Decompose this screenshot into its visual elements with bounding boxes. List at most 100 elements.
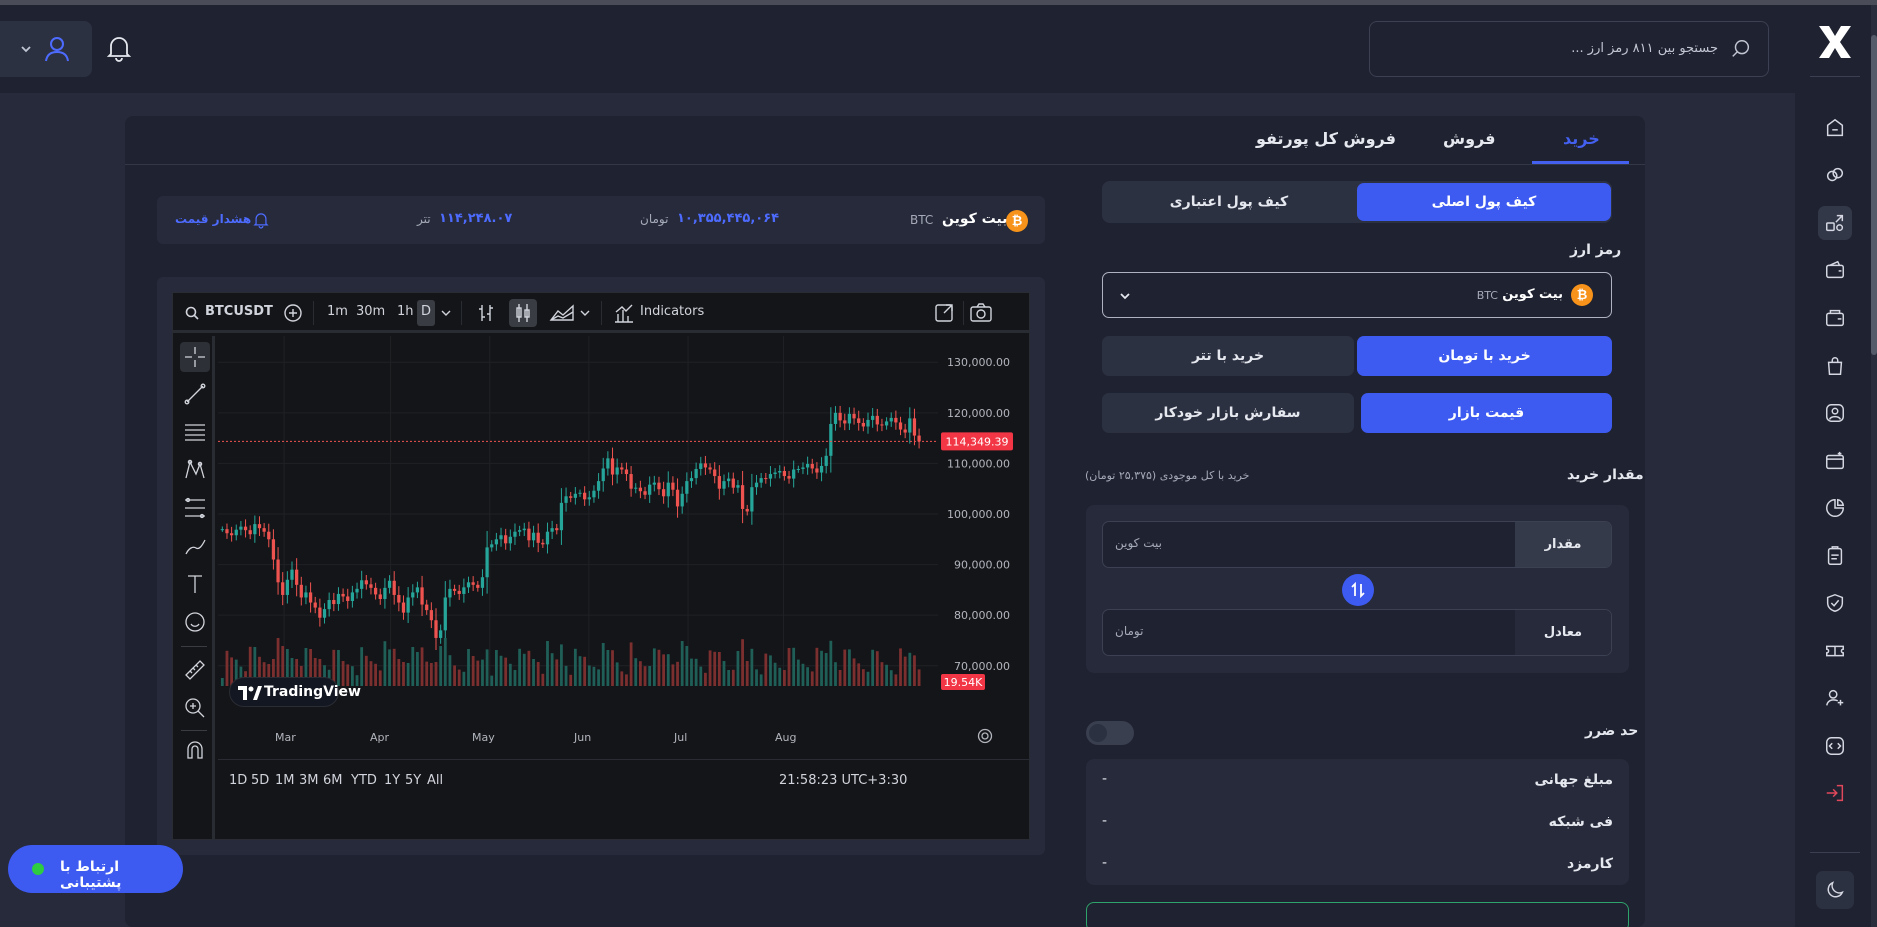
camera-icon[interactable] xyxy=(969,302,993,324)
trend-line-icon[interactable] xyxy=(183,382,207,406)
tradingview-widget[interactable]: BTCUSDT 1m 30m 1h D Indicators 130,000.0… xyxy=(172,292,1030,840)
card-add-icon[interactable] xyxy=(1818,444,1852,478)
volume-bar xyxy=(499,655,503,686)
toolbar-divider xyxy=(461,301,462,325)
range-5y[interactable]: 5Y xyxy=(405,773,421,788)
bag-icon[interactable] xyxy=(1818,349,1852,383)
coin-info-bar: ₿ بیت کوین BTC ۱۰,۳۵۵,۴۴۵,۰۶۴ تومان ۱۱۴,… xyxy=(157,196,1045,244)
emoji-icon[interactable] xyxy=(183,610,207,634)
candle-body xyxy=(531,532,536,541)
price-alert-button[interactable]: هشدار قیمت xyxy=(171,204,286,236)
wallet-icon[interactable] xyxy=(1818,253,1852,287)
logout-icon[interactable] xyxy=(1818,776,1852,810)
tab-sell[interactable]: فروش xyxy=(1443,129,1495,148)
interval-1h[interactable]: 1h xyxy=(397,304,414,319)
ticket-icon[interactable] xyxy=(1818,634,1852,668)
tab-sell-portfolio[interactable]: فروش کل پورتفو xyxy=(1256,129,1396,148)
logo-icon[interactable] xyxy=(1815,22,1855,62)
volume-bar xyxy=(871,649,875,686)
tradingview-logo[interactable]: TradingView xyxy=(229,677,361,707)
candle-body xyxy=(898,422,903,430)
search-icon[interactable] xyxy=(1730,38,1752,60)
magnet-icon[interactable] xyxy=(183,738,207,762)
summary-network-fee-value: - xyxy=(1102,813,1108,829)
area-chart-icon[interactable] xyxy=(549,302,575,324)
range-1m[interactable]: 1M xyxy=(275,773,295,788)
volume-bar xyxy=(508,663,512,686)
bar-style-icon[interactable] xyxy=(475,302,497,324)
price-tether: ۱۱۴,۲۴۸.۰۷ xyxy=(439,211,513,226)
bell-icon[interactable] xyxy=(106,34,132,62)
home-icon[interactable] xyxy=(1818,111,1852,145)
shield-check-icon[interactable] xyxy=(1818,586,1852,620)
ruler-icon[interactable] xyxy=(183,658,207,682)
range-6m[interactable]: 6M xyxy=(323,773,343,788)
indicators-button[interactable]: Indicators xyxy=(640,304,704,319)
volume-bar xyxy=(522,653,526,686)
candlestick-chart[interactable]: 130,000.00 120,000.00 110,000.00 100,000.00… xyxy=(218,336,1029,726)
buy-with-toman-button[interactable]: خرید با تومان xyxy=(1357,336,1612,376)
tab-buy[interactable]: خرید xyxy=(1563,129,1600,148)
stop-loss-toggle[interactable] xyxy=(1086,721,1134,745)
profile-icon[interactable] xyxy=(1818,396,1852,430)
swap-button[interactable] xyxy=(1342,574,1374,606)
candle-body xyxy=(229,533,234,536)
quantity-input[interactable]: بیت کوین xyxy=(1115,536,1162,550)
candles-icon[interactable] xyxy=(512,302,534,324)
submit-buy-button[interactable] xyxy=(1086,902,1629,927)
search-input[interactable]: جستجو بین ۸۱۱ رمز ارز ... xyxy=(1571,41,1718,56)
interval-d[interactable]: D xyxy=(421,304,431,319)
range-all[interactable]: All xyxy=(427,773,443,788)
range-ytd[interactable]: YTD xyxy=(351,773,377,788)
zoom-in-icon[interactable] xyxy=(183,696,207,720)
user-add-icon[interactable] xyxy=(1818,681,1852,715)
range-3m[interactable]: 3M xyxy=(299,773,319,788)
clipboard-icon[interactable] xyxy=(1818,539,1852,573)
support-button[interactable]: ارتباط با پشتیبانی xyxy=(8,845,183,893)
quantity-field[interactable]: مقدار بیت کوین xyxy=(1102,521,1612,568)
equivalent-field[interactable]: معادل تومان xyxy=(1102,609,1612,656)
indicators-icon[interactable] xyxy=(613,302,635,324)
symbol-name[interactable]: BTCUSDT xyxy=(205,304,273,319)
market-price-button[interactable]: قیمت بازار xyxy=(1361,393,1612,433)
fib-icon[interactable] xyxy=(183,496,207,520)
chevron-down-icon[interactable] xyxy=(580,309,590,317)
exchange-icon[interactable] xyxy=(1818,206,1852,240)
range-1d[interactable]: 1D xyxy=(229,773,247,788)
volume-bar xyxy=(555,659,559,686)
compare-plus-icon[interactable] xyxy=(283,303,303,323)
range-5d[interactable]: 5D xyxy=(251,773,269,788)
equivalent-input[interactable]: تومان xyxy=(1115,624,1143,638)
search-box[interactable]: جستجو بین ۸۱۱ رمز ارز ... xyxy=(1369,21,1769,77)
chevron-down-icon[interactable] xyxy=(441,309,451,317)
coins-icon[interactable] xyxy=(1818,158,1852,192)
text-icon[interactable] xyxy=(183,572,207,596)
currency-select[interactable]: ₿ بیت کوین BTC xyxy=(1102,272,1612,318)
user-menu[interactable] xyxy=(0,21,92,77)
pie-chart-icon[interactable] xyxy=(1818,491,1852,525)
interval-1m[interactable]: 1m xyxy=(327,304,348,319)
volume-bar xyxy=(727,670,731,686)
range-1y[interactable]: 1Y xyxy=(384,773,400,788)
clock-label[interactable]: 21:58:23 UTC+3:30 xyxy=(779,773,907,788)
moon-icon[interactable] xyxy=(1816,871,1854,909)
volume-bar xyxy=(369,661,373,686)
candle-body xyxy=(504,535,508,544)
main-wallet-button[interactable]: کیف پول اصلی xyxy=(1357,183,1611,221)
pattern-icon[interactable] xyxy=(183,458,207,482)
online-indicator xyxy=(32,863,44,875)
brush-icon[interactable] xyxy=(183,534,207,558)
buy-with-tether-button[interactable]: خرید با تتر xyxy=(1102,336,1354,376)
buy-all-balance-link[interactable]: خرید با کل موجودی (۲۵,۳۷۵ تومان) xyxy=(1085,469,1249,482)
scrollbar-thumb[interactable] xyxy=(1871,35,1877,355)
search-icon[interactable] xyxy=(185,306,199,320)
horizontal-lines-icon[interactable] xyxy=(183,420,207,444)
interval-30m[interactable]: 30m xyxy=(356,304,385,319)
auto-market-order-button[interactable]: سفارش بازار خودکار xyxy=(1102,393,1354,433)
settings-icon[interactable] xyxy=(976,727,994,745)
wallet-2-icon[interactable] xyxy=(1818,301,1852,335)
credit-wallet-button[interactable]: کیف پول اعتباری xyxy=(1104,183,1354,221)
external-link-icon[interactable] xyxy=(933,302,955,324)
code-icon[interactable] xyxy=(1818,729,1852,763)
crosshair-icon[interactable] xyxy=(183,345,207,369)
